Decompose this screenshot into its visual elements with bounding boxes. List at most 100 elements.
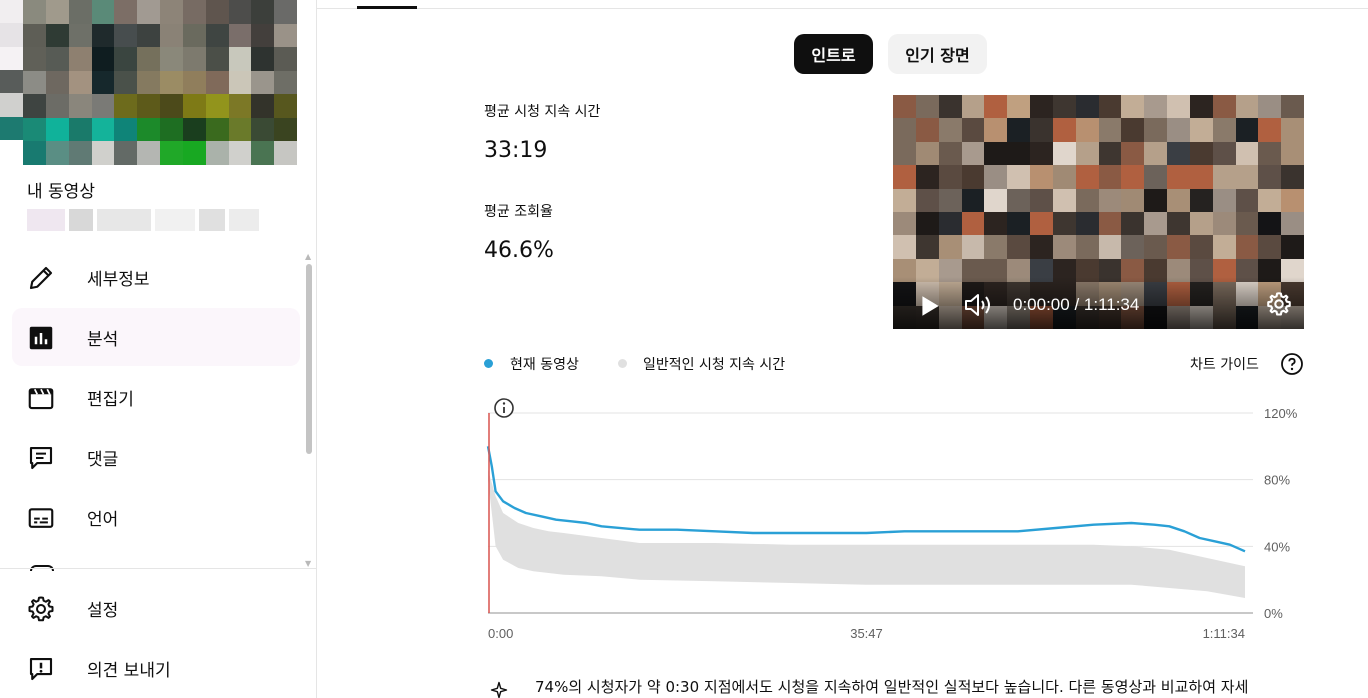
video-pixel: [1167, 95, 1190, 119]
scroll-down-icon[interactable]: ▼: [305, 559, 311, 568]
y-axis-ticks: 120% 80% 40% 0%: [1264, 406, 1298, 621]
thumbnail-pixel: [68, 47, 92, 71]
video-pixel: [1189, 188, 1213, 212]
thumbnail-pixel: [274, 117, 297, 142]
video-pixel: [1098, 235, 1122, 259]
sidebar-item-editor[interactable]: 편집기: [12, 368, 300, 426]
thumbnail-pixel: [228, 94, 252, 118]
sidebar-item-analytics[interactable]: 분석: [12, 308, 300, 366]
thumbnail-pixel: [91, 23, 115, 48]
thumbnail-pixel: [68, 141, 92, 165]
video-pixel: [1030, 211, 1053, 236]
thumbnail-pixel: [251, 47, 275, 71]
video-pixel: [1144, 118, 1167, 142]
video-pixel: [1075, 118, 1099, 142]
video-pixel: [1281, 235, 1304, 259]
thumbnail-pixel: [182, 0, 206, 24]
play-icon[interactable]: [917, 293, 943, 319]
video-player[interactable]: 0:00:00 / 1:11:34: [893, 95, 1304, 329]
tab-intro[interactable]: 인트로: [794, 34, 873, 74]
video-pixel: [1052, 118, 1076, 142]
video-pixel: [915, 141, 939, 166]
video-pixel: [1121, 118, 1145, 142]
video-pixel: [893, 235, 916, 259]
thumbnail-pixel: [45, 23, 69, 48]
analytics-icon: [29, 326, 53, 350]
sidebar-scrollbar[interactable]: ▲ ▼: [304, 252, 314, 568]
video-pixel: [1281, 118, 1304, 142]
thumbnail-pixel: [114, 141, 138, 165]
thumbnail-pixel: [0, 70, 23, 94]
video-pixel: [938, 165, 962, 189]
thumbnail-pixel: [228, 141, 252, 165]
thumbnail-pixel: [45, 117, 69, 142]
volume-icon[interactable]: [963, 291, 995, 319]
video-pixel: [893, 95, 916, 119]
video-pixel: [1121, 211, 1145, 236]
thumbnail-pixel: [114, 0, 138, 24]
retention-chart[interactable]: 120% 80% 40% 0% 0:00 35:47 1:11:34: [480, 395, 1310, 645]
current-retention-line: [486, 446, 1246, 553]
thumbnail-pixel: [205, 94, 229, 118]
thumbnail-pixel: [228, 47, 252, 71]
video-pixel: [984, 95, 1008, 119]
video-pixel: [938, 235, 962, 259]
video-pixel: [1258, 141, 1282, 166]
video-pixel: [1144, 188, 1167, 212]
thumbnail-pixel: [137, 94, 160, 118]
sidebar-item-languages[interactable]: 언어: [12, 488, 300, 546]
sidebar-item-feedback[interactable]: 의견 보내기: [12, 639, 300, 697]
video-pixel: [1052, 165, 1076, 189]
thumbnail-pixel: [68, 117, 92, 142]
video-pixel: [961, 211, 985, 236]
video-pixel: [1235, 235, 1259, 259]
thumbnail-pixel: [91, 70, 115, 95]
current-series-line: [486, 446, 1246, 553]
thumbnail-pixel: [274, 94, 297, 118]
sidebar-item-details[interactable]: 세부정보: [12, 248, 300, 306]
thumbnail-pixel: [251, 0, 275, 24]
video-pixel: [1121, 95, 1145, 119]
x-axis-ticks: 0:00 35:47 1:11:34: [488, 626, 1245, 641]
thumbnail-pixel: [91, 47, 115, 71]
thumbnail-pixel: [274, 47, 297, 71]
gear-icon: [28, 596, 54, 622]
thumbnail-pixel: [251, 94, 275, 118]
thumbnail-pixel: [228, 23, 252, 48]
video-pixel: [1121, 188, 1145, 212]
video-pixel: [1167, 211, 1190, 236]
avg-percentage-value: 46.6%: [484, 238, 554, 263]
video-pixel: [1098, 211, 1122, 236]
scrollbar-thumb[interactable]: [306, 264, 312, 454]
video-pixel: [1189, 118, 1213, 142]
tab-popular-moments[interactable]: 인기 장면: [888, 34, 987, 74]
y-tick-label: 120%: [1264, 406, 1298, 421]
sidebar-item-settings[interactable]: 설정: [12, 579, 300, 637]
video-pixel: [1212, 141, 1236, 166]
video-pixel: [1258, 165, 1282, 189]
thumbnail-pixel: [45, 141, 69, 165]
thumbnail-pixel: [137, 47, 160, 71]
video-pixel: [915, 165, 939, 189]
thumbnail-pixel: [91, 117, 115, 142]
video-pixel: [961, 235, 985, 259]
video-pixel: [1075, 235, 1099, 259]
video-pixel: [915, 235, 939, 259]
thumbnail-pixel: [160, 23, 183, 48]
sidebar-item-label: 의견 보내기: [87, 660, 171, 681]
scroll-up-icon[interactable]: ▲: [305, 252, 311, 261]
thumbnail-pixel: [274, 0, 297, 24]
thumbnail-pixel: [137, 70, 160, 95]
sidebar-divider: [0, 568, 316, 569]
video-pixel: [1281, 165, 1304, 189]
redacted-text-block: [155, 209, 195, 231]
sidebar-item-comments[interactable]: 댓글: [12, 428, 300, 486]
video-thumbnail[interactable]: [23, 0, 297, 165]
thumbnail-pixel: [205, 141, 229, 165]
thumbnail-pixel: [68, 70, 92, 95]
thumbnail-pixel: [182, 47, 206, 71]
video-pixel: [1235, 165, 1259, 189]
help-circle-icon[interactable]: [1280, 352, 1304, 376]
player-settings-gear-icon[interactable]: [1265, 290, 1293, 318]
chart-guide-link[interactable]: 차트 가이드: [1190, 354, 1259, 374]
